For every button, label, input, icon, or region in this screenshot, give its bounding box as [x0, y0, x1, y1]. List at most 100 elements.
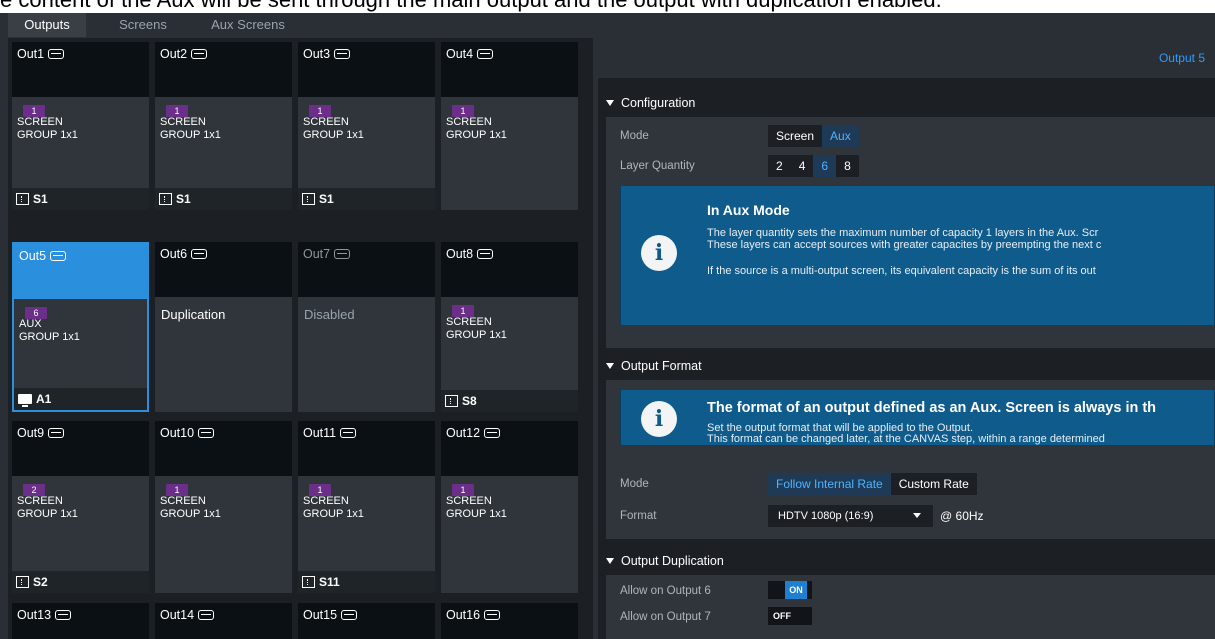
tab-aux-screens[interactable]: Aux Screens [202, 13, 294, 37]
output-type: SCREEN [446, 495, 492, 507]
layer-option-2[interactable]: 2 [768, 155, 791, 177]
assignment-label: S8 [462, 394, 477, 408]
output-card-title: Out8 [446, 247, 494, 261]
output-name: Out3 [303, 47, 331, 61]
output-card[interactable]: Out1 1 SCREEN GROUP 1x1 S1 [12, 42, 149, 210]
display-icon [55, 610, 72, 620]
output-card[interactable]: Out9 2 SCREEN GROUP 1x1 S2 [12, 421, 149, 593]
assignment-label: S2 [33, 575, 48, 589]
output-card[interactable]: Out3 1 SCREEN GROUP 1x1 S1 [298, 42, 435, 210]
mode-aux-option[interactable]: Aux [822, 125, 859, 147]
display-icon [191, 249, 208, 259]
allow-output-6-label: Allow on Output 6 [620, 585, 711, 597]
toggle-state: ON [785, 581, 807, 599]
output-card-title: Out10 [160, 426, 215, 440]
tab-outputs[interactable]: Outputs [8, 13, 86, 37]
mode-selector: Screen Aux [768, 125, 859, 147]
layer-option-8[interactable]: 8 [836, 155, 859, 177]
display-icon [334, 49, 351, 59]
output-type: SCREEN [160, 495, 206, 507]
output-group: GROUP 1x1 [303, 508, 364, 520]
output-format-header-label: Output Format [621, 359, 702, 373]
output-name: Out4 [446, 47, 474, 61]
output-assignment: S1 [298, 188, 435, 210]
output-card[interactable]: Out7 Disabled [298, 242, 435, 412]
output-assignment: A1 [14, 388, 147, 410]
output-card-title: Out13 [17, 608, 72, 622]
output-type: SCREEN [303, 116, 349, 128]
output-card[interactable]: Out13 [12, 603, 149, 639]
output-card[interactable]: Out10 1 SCREEN GROUP 1x1 [155, 421, 292, 593]
output-card-title: Out3 [303, 47, 351, 61]
format-mode-label: Mode [620, 478, 649, 490]
output-card[interactable]: Out11 1 SCREEN GROUP 1x1 S11 [298, 421, 435, 593]
panel-title: Output 5 [1158, 51, 1205, 65]
rate-mode-selector: Follow Internal Rate Custom Rate [768, 473, 977, 495]
mode-screen-option[interactable]: Screen [768, 125, 822, 147]
output-name: Out8 [446, 247, 474, 261]
output-format-section-header[interactable]: Output Format [598, 352, 1215, 380]
output-status: Duplication [161, 307, 226, 322]
output-group: GROUP 1x1 [446, 508, 507, 520]
follow-internal-rate-option[interactable]: Follow Internal Rate [768, 473, 891, 495]
layer-quantity-selector: 2 4 6 8 [768, 155, 859, 177]
output-card-title: Out4 [446, 47, 494, 61]
output-name: Out16 [446, 608, 481, 622]
output-name: Out10 [160, 426, 195, 440]
output-group: GROUP 1x1 [17, 129, 78, 141]
tab-bar: Outputs Screens Aux Screens [0, 13, 1215, 37]
layer-option-6[interactable]: 6 [813, 155, 837, 177]
output-type: SCREEN [446, 316, 492, 328]
output-card[interactable]: Out6 Duplication [155, 242, 292, 412]
display-icon [477, 249, 494, 259]
output-card[interactable]: Out14 [155, 603, 292, 639]
output-card[interactable]: Out8 1 SCREEN GROUP 1x1 S8 [441, 242, 578, 412]
display-icon [341, 610, 358, 620]
output-name: Out5 [19, 249, 47, 263]
output-status: Disabled [304, 307, 355, 322]
layer-option-4[interactable]: 4 [791, 155, 814, 177]
output-card-title: Out7 [303, 247, 351, 261]
aux-mode-info-box: i In Aux Mode The layer quantity sets th… [620, 185, 1215, 326]
output-assignment: S2 [12, 571, 149, 593]
output-card-title: Out14 [160, 608, 215, 622]
output-card[interactable]: Out5 6 AUX GROUP 1x1 A1 [12, 242, 149, 412]
allow-output-7-toggle[interactable]: OFF [768, 607, 812, 625]
output-card-title: Out6 [160, 247, 208, 261]
output-card[interactable]: Out16 [441, 603, 578, 639]
format-info-line: This format can be changed later, at the… [707, 433, 1105, 445]
info-icon: i [641, 235, 677, 271]
format-info-title: The format of an output defined as an Au… [707, 400, 1157, 416]
configuration-section-header[interactable]: Configuration [598, 89, 1215, 117]
output-duplication-section-header[interactable]: Output Duplication [598, 547, 1215, 575]
output-name: Out15 [303, 608, 338, 622]
output-name: Out11 [303, 426, 337, 440]
aux-info-line: The layer quantity sets the maximum numb… [707, 227, 1099, 239]
collapse-caret-icon [606, 558, 614, 564]
tab-screens[interactable]: Screens [108, 13, 178, 37]
display-icon [484, 428, 501, 438]
output-name: Out6 [160, 247, 188, 261]
output-card[interactable]: Out2 1 SCREEN GROUP 1x1 S1 [155, 42, 292, 210]
output-card[interactable]: Out4 1 SCREEN GROUP 1x1 [441, 42, 578, 210]
format-select[interactable]: HDTV 1080p (16:9) [768, 505, 933, 527]
allow-output-6-toggle[interactable]: ON [768, 581, 812, 599]
display-icon [191, 49, 208, 59]
output-card-title: Out9 [17, 426, 65, 440]
output-card-title: Out11 [303, 426, 357, 440]
collapse-caret-icon [606, 363, 614, 369]
output-group: GROUP 1x1 [160, 129, 221, 141]
output-type: SCREEN [303, 495, 349, 507]
output-card-title: Out1 [17, 47, 65, 61]
allow-output-7-label: Allow on Output 7 [620, 611, 711, 623]
output-name: Out14 [160, 608, 195, 622]
panel-title-bar: Output 5 [598, 38, 1215, 78]
custom-rate-option[interactable]: Custom Rate [891, 473, 977, 495]
display-icon [340, 428, 357, 438]
output-type: SCREEN [446, 116, 492, 128]
output-card[interactable]: Out12 1 SCREEN GROUP 1x1 [441, 421, 578, 593]
output-assignment: S11 [298, 571, 435, 593]
output-card-title: Out2 [160, 47, 208, 61]
output-duplication-header-label: Output Duplication [621, 554, 724, 568]
output-card[interactable]: Out15 [298, 603, 435, 639]
